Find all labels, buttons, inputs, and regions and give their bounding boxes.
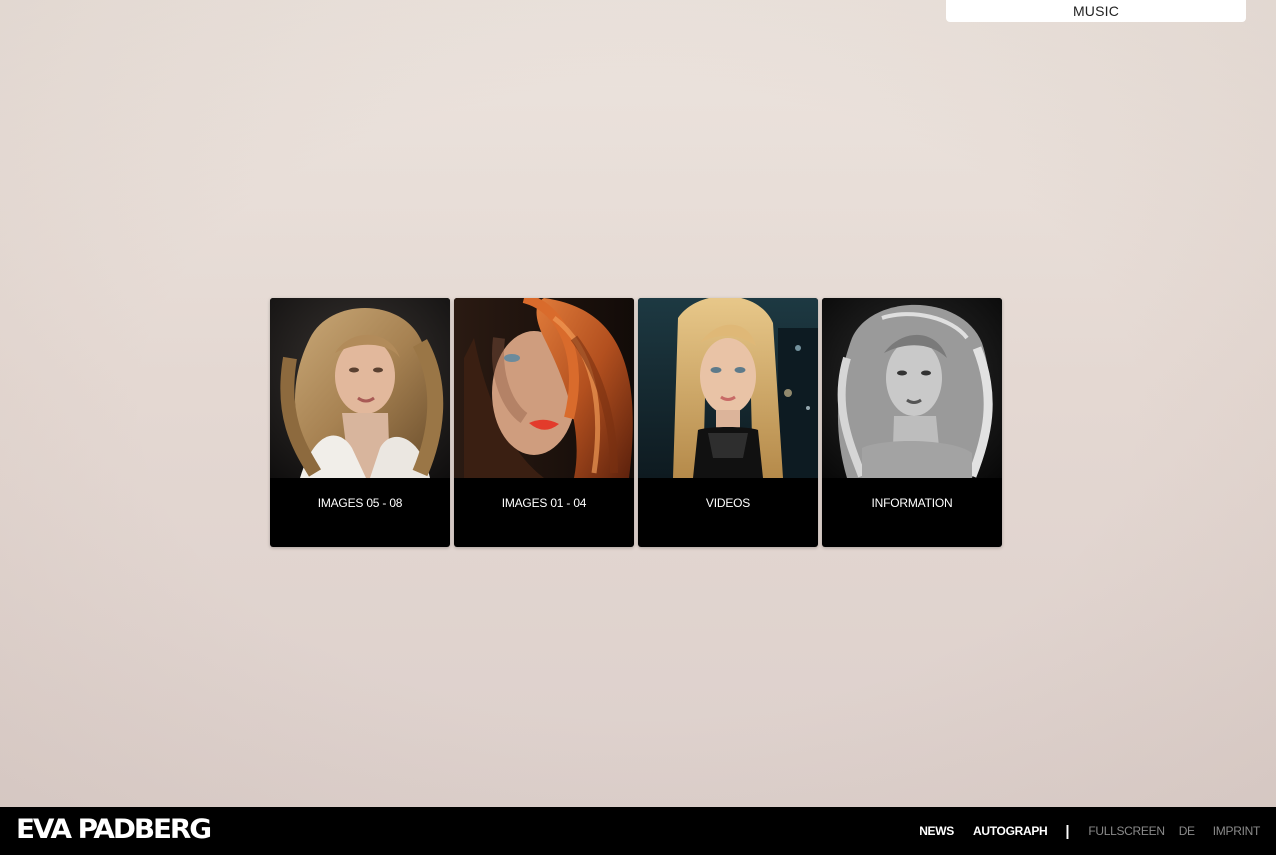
tile-label: IMAGES 05 - 08	[317, 496, 403, 510]
site-logo[interactable]: EVA PADBERG	[16, 816, 212, 844]
footer-bar: EVA PADBERG NEWS AUTOGRAPH | FULLSCREEN …	[0, 807, 1276, 855]
nav-fullscreen-link[interactable]: FULLSCREEN	[1088, 824, 1165, 838]
tile-images-05-08[interactable]: IMAGES 05 - 08	[270, 298, 450, 547]
tile-label: VIDEOS	[705, 496, 751, 510]
tile-photo	[822, 298, 1002, 478]
footer-nav: NEWS AUTOGRAPH | FULLSCREEN DE IMPRINT	[919, 807, 1260, 855]
gallery-tiles: IMAGES 05 - 08 IMAGES 01 - 04 VIDEOS INF…	[270, 298, 1002, 547]
tile-photo	[270, 298, 450, 478]
tile-label: INFORMATION	[871, 496, 953, 510]
music-tab-button[interactable]: MUSIC	[946, 0, 1246, 22]
tile-photo	[454, 298, 634, 478]
nav-news-link[interactable]: NEWS	[919, 824, 954, 838]
tile-images-01-04[interactable]: IMAGES 01 - 04	[454, 298, 634, 547]
tile-videos[interactable]: VIDEOS	[638, 298, 818, 547]
nav-autograph-link[interactable]: AUTOGRAPH	[973, 824, 1048, 838]
tile-information[interactable]: INFORMATION	[822, 298, 1002, 547]
nav-separator: |	[1065, 822, 1070, 840]
nav-language-de-link[interactable]: DE	[1179, 824, 1195, 838]
tile-photo	[638, 298, 818, 478]
tile-label: IMAGES 01 - 04	[501, 496, 587, 510]
nav-imprint-link[interactable]: IMPRINT	[1213, 824, 1261, 838]
